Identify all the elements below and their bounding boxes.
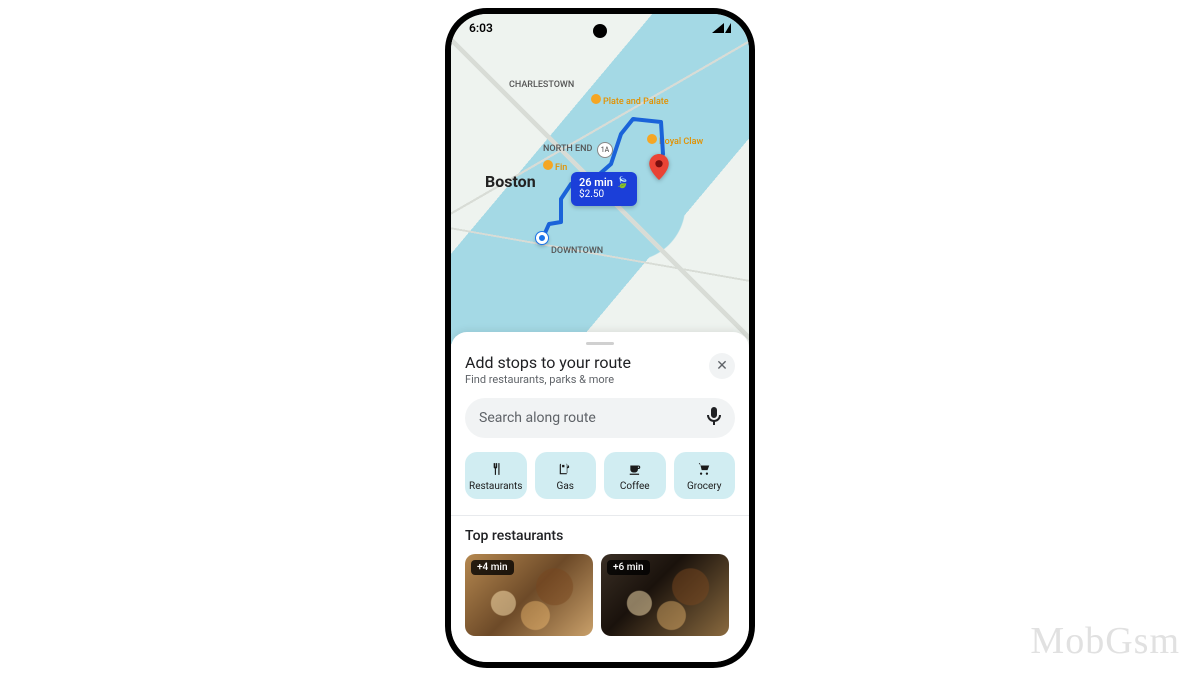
chip-grocery[interactable]: Grocery — [674, 452, 736, 499]
bottom-sheet: Add stops to your route Find restaurants… — [451, 332, 749, 662]
chip-gas[interactable]: Gas — [535, 452, 597, 499]
search-input[interactable]: Search along route — [465, 398, 735, 438]
restaurant-card[interactable]: +4 min — [465, 554, 593, 636]
camera-hole — [593, 24, 607, 38]
detour-time: +4 min — [471, 560, 514, 575]
origin-marker[interactable] — [536, 232, 548, 244]
category-chips: Restaurants Gas Coffee Grocery — [465, 452, 735, 499]
restaurant-icon — [489, 461, 503, 477]
detour-time: +6 min — [607, 560, 650, 575]
status-time: 6:03 — [469, 21, 493, 35]
watermark: MobGsm — [1030, 619, 1180, 663]
signal-icon — [712, 23, 724, 33]
search-placeholder: Search along route — [479, 410, 596, 426]
sheet-title: Add stops to your route — [465, 353, 631, 372]
section-title: Top restaurants — [465, 528, 735, 544]
route-info-badge[interactable]: 26 min 🍃 $2.50 — [571, 172, 637, 206]
gas-icon — [558, 461, 572, 477]
chip-coffee[interactable]: Coffee — [604, 452, 666, 499]
coffee-icon — [628, 461, 642, 477]
cart-icon — [697, 461, 711, 477]
map[interactable]: CHARLESTOWN NORTH END DOWNTOWN Boston 1A… — [451, 14, 749, 344]
sheet-subtitle: Find restaurants, parks & more — [465, 373, 631, 386]
close-button[interactable]: ✕ — [709, 353, 735, 379]
divider — [451, 515, 749, 516]
phone-frame: 6:03 CHARLESTOWN NORTH END DOWNTOWN Bost… — [445, 8, 755, 668]
mic-icon[interactable] — [707, 407, 721, 429]
route-price: $2.50 — [579, 189, 629, 201]
close-icon: ✕ — [716, 358, 728, 374]
route-time: 26 min — [579, 176, 613, 189]
leaf-icon: 🍃 — [616, 176, 630, 189]
drag-handle[interactable] — [586, 342, 614, 345]
restaurant-card[interactable]: +6 min — [601, 554, 729, 636]
chip-restaurants[interactable]: Restaurants — [465, 452, 527, 499]
restaurant-cards[interactable]: +4 min +6 min — [465, 554, 735, 636]
battery-icon — [725, 23, 731, 33]
destination-pin[interactable] — [649, 154, 669, 174]
